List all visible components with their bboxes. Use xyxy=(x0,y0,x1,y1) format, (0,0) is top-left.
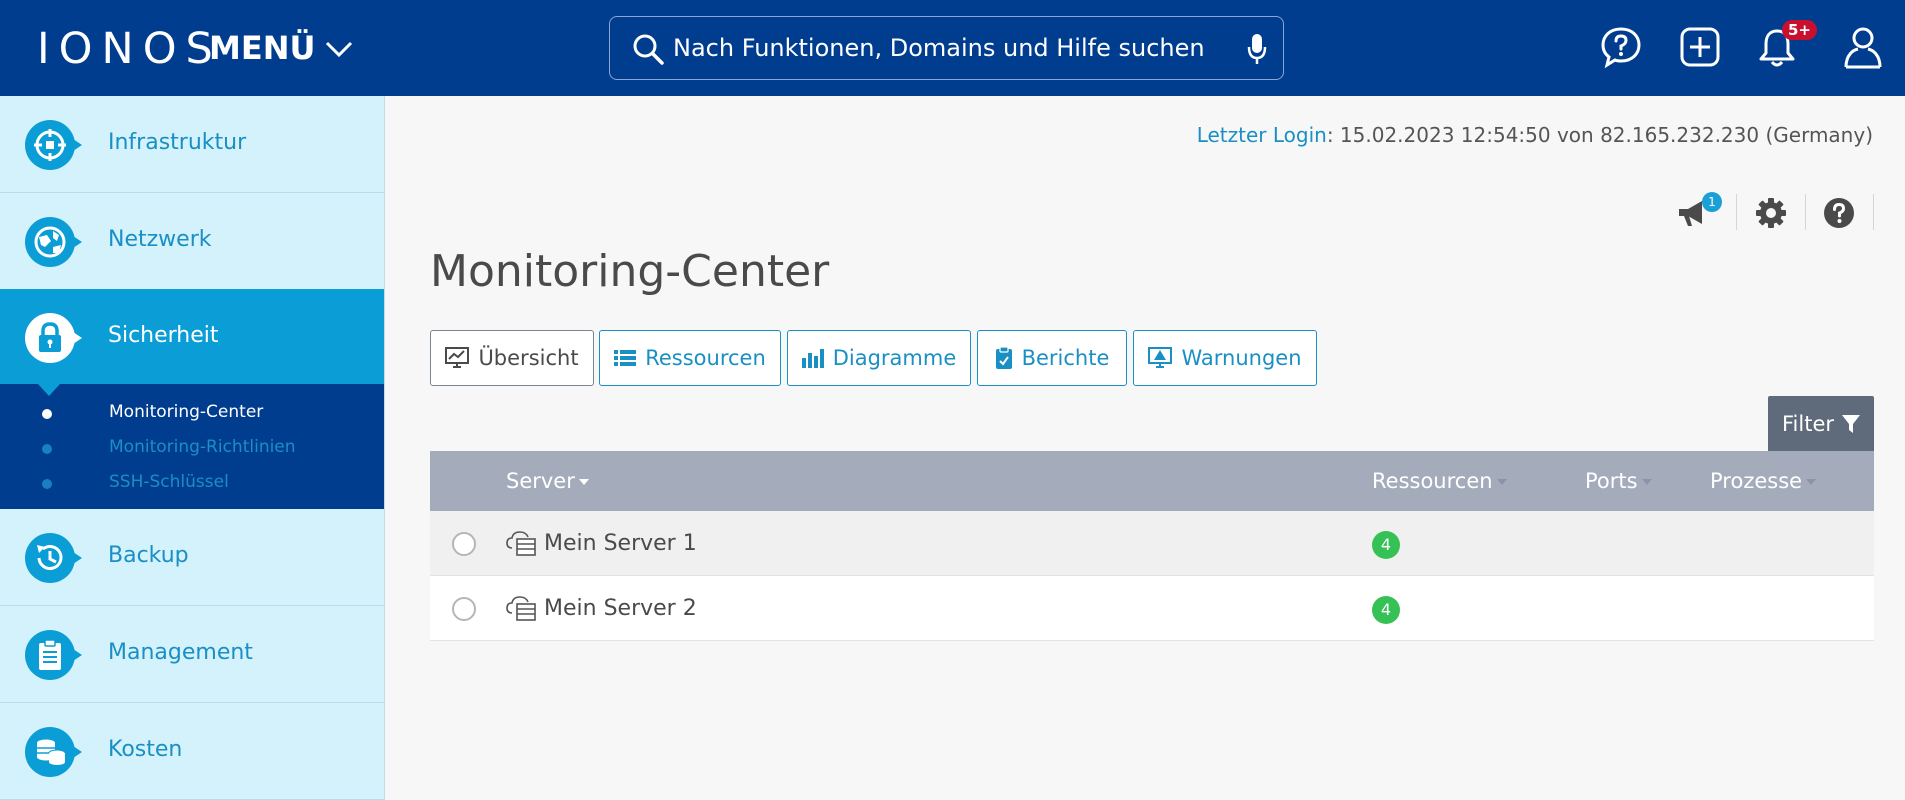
server-name[interactable]: Mein Server 2 xyxy=(544,595,697,623)
column-header-ressourcen[interactable]: Ressourcen xyxy=(1372,468,1507,494)
monitor-chart-icon xyxy=(445,347,470,368)
server-table: Server Ressourcen Ports Prozesse Mein Se… xyxy=(430,451,1874,641)
bullet-dot xyxy=(42,479,52,489)
menu-label: MENÜ xyxy=(209,29,316,67)
top-bar: IONOS MENÜ 5+ xyxy=(0,0,1905,96)
submenu-label: Monitoring-Richtlinien xyxy=(109,437,296,457)
tab-label: Warnungen xyxy=(1181,346,1302,370)
tab-uebersicht[interactable]: Übersicht xyxy=(430,330,594,386)
sort-caret-icon xyxy=(1496,479,1507,485)
alert-monitor-icon xyxy=(1148,347,1173,368)
sort-caret-icon xyxy=(1806,479,1817,485)
announcement-count-badge: 1 xyxy=(1702,192,1722,212)
last-login-link[interactable]: Letzter Login xyxy=(1197,123,1327,147)
column-header-label: Ports xyxy=(1585,469,1638,493)
menu-button[interactable]: MENÜ xyxy=(209,30,353,66)
sidebar-item-label: Netzwerk xyxy=(108,227,212,252)
sort-caret-icon xyxy=(1641,479,1652,485)
infrastructure-icon xyxy=(25,120,82,170)
column-header-label: Ressourcen xyxy=(1372,469,1493,493)
resources-count-badge: 4 xyxy=(1372,596,1400,624)
toolbar-divider xyxy=(1736,194,1737,230)
toolbar-divider xyxy=(1805,194,1806,230)
sidebar-item-label: Kosten xyxy=(108,737,183,762)
last-login-info: Letzter Login: 15.02.2023 12:54:50 von 8… xyxy=(1197,122,1873,148)
filter-button[interactable]: Filter xyxy=(1768,396,1874,451)
coins-icon xyxy=(25,727,82,777)
sidebar-item-sicherheit[interactable]: Sicherheit xyxy=(0,289,384,386)
lock-icon xyxy=(25,313,82,363)
clipboard-icon xyxy=(25,630,82,680)
row-select-radio[interactable] xyxy=(452,597,476,621)
search-icon xyxy=(633,34,664,65)
page-title: Monitoring-Center xyxy=(430,246,830,297)
announcement-megaphone-icon[interactable]: 1 xyxy=(1670,190,1722,236)
server-name[interactable]: Mein Server 1 xyxy=(544,530,697,558)
sidebar-item-label: Sicherheit xyxy=(108,323,219,348)
tab-diagramme[interactable]: Diagramme xyxy=(787,330,971,386)
network-globe-icon xyxy=(25,217,82,267)
submenu-item-monitoring-richtlinien[interactable]: Monitoring-Richtlinien xyxy=(0,433,384,463)
tab-label: Diagramme xyxy=(832,346,957,370)
sidebar-item-label: Infrastruktur xyxy=(108,130,247,155)
sidebar-item-backup[interactable]: Backup xyxy=(0,509,384,606)
sidebar-item-label: Management xyxy=(108,640,253,665)
microphone-icon[interactable] xyxy=(1247,33,1267,65)
table-row[interactable]: Mein Server 1 4 xyxy=(430,511,1874,576)
sort-caret-icon xyxy=(578,479,589,485)
sidebar-item-netzwerk[interactable]: Netzwerk xyxy=(0,193,384,290)
submenu-item-ssh-schluessel[interactable]: SSH-Schlüssel xyxy=(0,468,384,498)
row-select-radio[interactable] xyxy=(452,532,476,556)
tab-label: Ressourcen xyxy=(645,346,766,370)
table-header: Server Ressourcen Ports Prozesse xyxy=(430,451,1874,511)
add-icon[interactable] xyxy=(1677,24,1723,70)
bullet-dot xyxy=(42,444,52,454)
backup-clock-icon xyxy=(25,533,82,583)
settings-gear-icon[interactable] xyxy=(1748,190,1794,236)
tab-label: Berichte xyxy=(1021,346,1110,370)
user-account-icon[interactable] xyxy=(1840,24,1886,70)
column-header-server[interactable]: Server xyxy=(506,468,589,494)
sidebar: Infrastruktur Netzwerk Sicherheit Monito… xyxy=(0,96,385,800)
column-header-ports[interactable]: Ports xyxy=(1585,468,1652,494)
toolbar-divider xyxy=(1873,194,1874,230)
ionos-logo[interactable]: IONOS xyxy=(37,26,222,72)
submenu-item-monitoring-center[interactable]: Monitoring-Center xyxy=(0,398,384,428)
report-clipboard-icon xyxy=(995,346,1012,369)
submenu-label: SSH-Schlüssel xyxy=(109,472,229,492)
security-submenu: Monitoring-Center Monitoring-Richtlinien… xyxy=(0,384,384,509)
help-question-icon[interactable] xyxy=(1816,190,1862,236)
chevron-down-icon xyxy=(326,41,353,58)
tab-ressourcen[interactable]: Ressourcen xyxy=(599,330,781,386)
bar-chart-icon xyxy=(801,349,824,368)
tab-berichte[interactable]: Berichte xyxy=(977,330,1127,386)
tab-label: Übersicht xyxy=(478,346,579,370)
cloud-server-icon xyxy=(506,596,536,621)
column-header-label: Prozesse xyxy=(1710,469,1803,493)
tab-warnungen[interactable]: Warnungen xyxy=(1133,330,1317,386)
resources-count-badge: 4 xyxy=(1372,531,1400,559)
search-bar xyxy=(609,16,1284,80)
help-chat-icon[interactable] xyxy=(1598,24,1644,70)
notification-count-badge: 5+ xyxy=(1782,20,1818,40)
funnel-icon xyxy=(1842,414,1860,433)
sidebar-item-kosten[interactable]: Kosten xyxy=(0,703,384,800)
submenu-label: Monitoring-Center xyxy=(109,402,264,422)
active-dot xyxy=(42,409,52,419)
sidebar-item-label: Backup xyxy=(108,543,189,568)
last-login-value: : 15.02.2023 12:54:50 von 82.165.232.230… xyxy=(1326,123,1873,147)
sidebar-item-infrastruktur[interactable]: Infrastruktur xyxy=(0,96,384,193)
column-header-prozesse[interactable]: Prozesse xyxy=(1710,468,1817,494)
column-header-label: Server xyxy=(506,469,575,493)
search-input[interactable] xyxy=(673,29,1213,67)
table-row[interactable]: Mein Server 2 4 xyxy=(430,576,1874,641)
list-icon xyxy=(614,350,637,366)
filter-label: Filter xyxy=(1781,411,1834,436)
sidebar-item-management[interactable]: Management xyxy=(0,606,384,703)
cloud-server-icon xyxy=(506,531,536,556)
